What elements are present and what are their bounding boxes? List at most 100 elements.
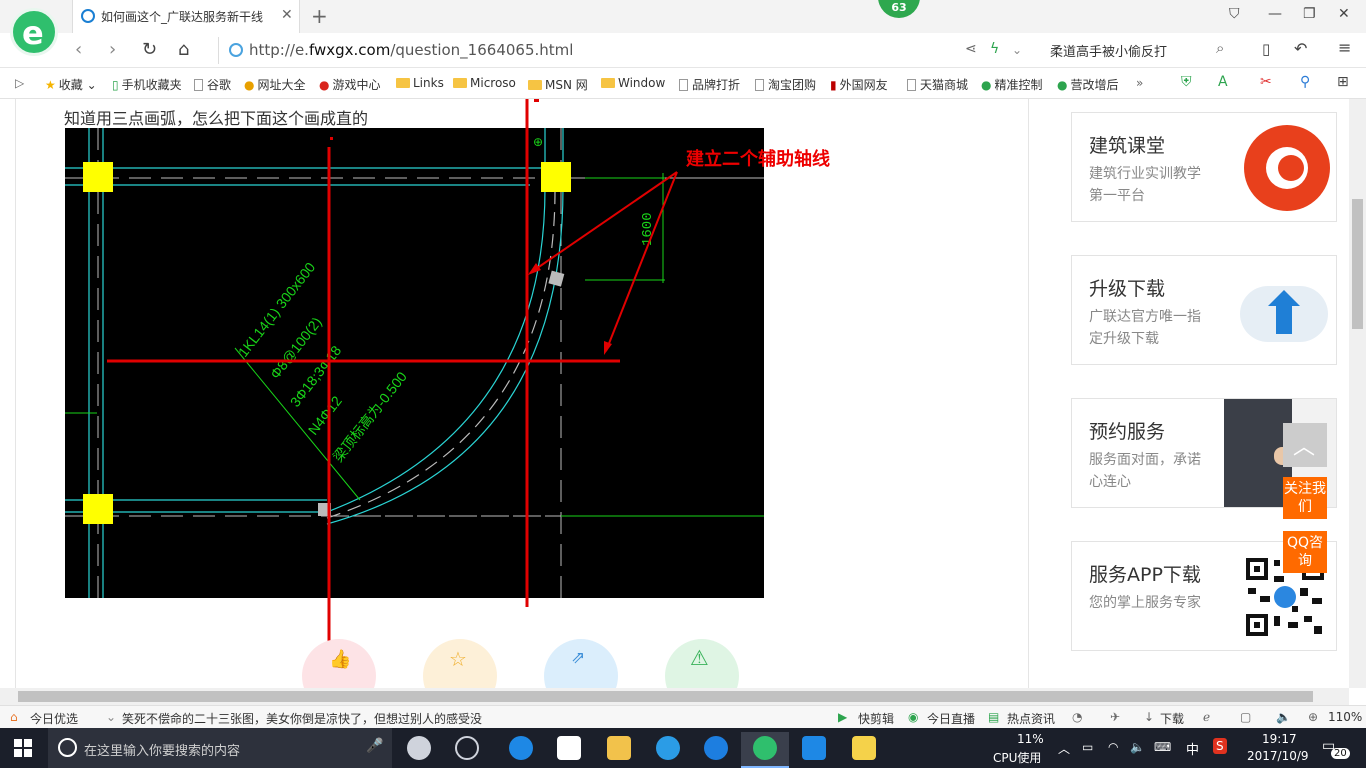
magnifier-icon[interactable]: ⚲	[1300, 74, 1310, 90]
chevron-down-icon[interactable]: ⌄	[1012, 43, 1022, 57]
swirl-icon	[455, 736, 479, 760]
chevron-down-icon[interactable]: ⌄	[106, 710, 116, 724]
home-icon[interactable]: ⌂	[178, 39, 189, 60]
taskbar-search[interactable]: 在这里输入你要搜索的内容 🎤	[48, 728, 392, 768]
taskbar-app-glodon[interactable]	[692, 732, 740, 768]
pin-icon[interactable]: ✈	[1110, 710, 1120, 724]
back-icon[interactable]: ‹	[75, 39, 82, 60]
qq-consult-button[interactable]: QQ咨询	[1283, 531, 1327, 573]
tab-current[interactable]: 如何画这个_广联达服务新干线 ✕	[72, 0, 300, 33]
forward-icon[interactable]: ›	[109, 39, 116, 60]
scroll-thumb[interactable]	[1352, 199, 1363, 329]
back-to-top-button[interactable]: ︿	[1283, 423, 1327, 467]
restore-button[interactable]: ❐	[1303, 6, 1316, 22]
card-title: 预约服务	[1089, 421, 1166, 443]
card-architecture-class[interactable]: 建筑课堂 建筑行业实训教学第一平台	[1071, 112, 1337, 222]
sidebar-toggle-icon[interactable]: ▷	[15, 76, 24, 90]
status-bar: ⌂ 今日优选 ⌄ 笑死不偿命的二十三张图，美女你倒是凉快了，但想过别人的感受没 …	[0, 705, 1366, 728]
horizontal-scrollbar[interactable]	[0, 688, 1349, 705]
wifi-icon[interactable]: ◠	[1108, 740, 1118, 754]
bookmark-precise[interactable]: ● 精准控制	[981, 76, 1043, 93]
share-icon[interactable]: ⋖	[965, 41, 977, 57]
main-divider	[1028, 99, 1029, 688]
bookmark-links[interactable]: Links	[396, 76, 444, 90]
speed-icon[interactable]: ◔	[1072, 710, 1082, 724]
close-tab-icon[interactable]: ✕	[281, 7, 293, 23]
refresh-icon[interactable]: ↻	[142, 39, 157, 60]
card-upgrade-download[interactable]: 升级下载 广联达官方唯一指定升级下载	[1071, 255, 1337, 365]
bookmark-google[interactable]: 谷歌	[194, 76, 231, 93]
taskbar-app-edge[interactable]	[497, 732, 545, 768]
taskbar-app-ie[interactable]	[644, 732, 692, 768]
follow-us-button[interactable]: 关注我们	[1283, 477, 1327, 519]
bookmark-games[interactable]: ● 游戏中心	[319, 76, 381, 93]
taskbar-app-notes[interactable]	[840, 732, 888, 768]
page-content: 知道用三点画弧，怎么把下面这个画成直的 1600 1KL14(1) 300x60…	[0, 99, 1366, 688]
hot-news-link[interactable]: 热点资讯	[1007, 710, 1055, 727]
download-link[interactable]: 下载	[1160, 710, 1184, 727]
ie-mode-icon[interactable]: ℯ	[1203, 710, 1210, 724]
browser-e-icon	[753, 736, 777, 760]
share-square-icon: ⇗	[571, 648, 586, 668]
taskbar-app-store[interactable]	[545, 732, 593, 768]
bookmark-tmall[interactable]: 天猫商城	[907, 76, 968, 93]
bookmark-mobile[interactable]: ▯ 手机收藏夹	[112, 76, 182, 93]
notification-badge[interactable]: 63	[878, 0, 920, 18]
volume-icon[interactable]: 🔈	[1276, 710, 1291, 724]
search-box[interactable]: 柔道高手被小偷反打	[1050, 41, 1167, 60]
vertical-scrollbar[interactable]	[1349, 99, 1366, 688]
translate-icon[interactable]: A	[1218, 74, 1228, 90]
bookmark-foreign[interactable]: ▮ 外国网友	[830, 76, 888, 93]
taskbar-app-browser-active[interactable]	[741, 732, 789, 768]
bookmark-taobao[interactable]: 淘宝团购	[755, 76, 816, 93]
minimize-button[interactable]: —	[1268, 6, 1282, 22]
scroll-thumb[interactable]	[18, 691, 1313, 702]
zoom-level[interactable]: 110%	[1328, 710, 1362, 724]
today-picks[interactable]: 今日优选	[30, 710, 78, 727]
news-ticker[interactable]: 笑死不偿命的二十三张图，美女你倒是凉快了，但想过别人的感受没	[122, 710, 482, 727]
live-link[interactable]: 今日直播	[927, 710, 975, 727]
microphone-icon[interactable]: 🎤	[366, 738, 383, 754]
gift-icon: ⌂	[10, 710, 18, 724]
lightning-icon[interactable]: ϟ	[990, 41, 999, 57]
kuaijianji-link[interactable]: 快剪辑	[858, 710, 894, 727]
new-tab-button[interactable]: +	[311, 4, 328, 28]
card-title: 服务APP下载	[1089, 564, 1201, 586]
menu-icon[interactable]: ≡	[1338, 38, 1351, 57]
taskbar-app-pinwheel[interactable]	[395, 732, 443, 768]
taskbar: 在这里输入你要搜索的内容 🎤 11% CPU使用 ︿ ▭ ◠ 🔈 ⌨ 中 S 1…	[0, 728, 1366, 768]
shirt-skin-icon[interactable]: ⛉	[1229, 6, 1240, 22]
bookmark-sites[interactable]: ● 网址大全	[244, 76, 306, 93]
card-title: 升级下载	[1089, 278, 1166, 300]
search-icon[interactable]: ⌕	[1216, 39, 1224, 57]
bookmark-favorites[interactable]: ★ 收藏 ⌄	[45, 76, 97, 93]
bookmark-vat[interactable]: ● 营改增后	[1057, 76, 1119, 93]
bookmark-msn[interactable]: MSN 网	[528, 76, 588, 93]
bookmark-windows[interactable]: Window	[601, 76, 665, 90]
battery-icon[interactable]: ▭	[1082, 740, 1093, 754]
ime-indicator[interactable]: 中	[1186, 739, 1199, 758]
scissors-icon[interactable]: ✂	[1260, 74, 1272, 90]
close-window-button[interactable]: ✕	[1338, 6, 1350, 22]
taskbar-app-swirl[interactable]	[443, 732, 491, 768]
bookmark-brand[interactable]: 品牌打折	[679, 76, 740, 93]
more-bookmarks-icon[interactable]: »	[1136, 76, 1143, 90]
window-icon[interactable]: ▢	[1240, 710, 1251, 724]
clock-time[interactable]: 19:17	[1262, 732, 1297, 746]
url-input[interactable]: http://e.fwxgx.com/question_1664065.html	[218, 37, 1038, 64]
sogou-icon[interactable]: S	[1213, 738, 1227, 754]
apps-grid-icon[interactable]: ⊞	[1337, 74, 1349, 90]
undo-icon[interactable]: ↶	[1294, 39, 1307, 58]
windows-start-icon[interactable]	[14, 739, 32, 757]
speaker-icon[interactable]: 🔈	[1130, 740, 1145, 754]
bookmark-microsoft[interactable]: Microso	[453, 76, 516, 90]
phone-icon[interactable]: ▯	[1262, 40, 1270, 58]
clock-date[interactable]: 2017/10/9	[1247, 749, 1309, 763]
keyboard-icon[interactable]: ⌨	[1154, 740, 1171, 754]
taskbar-app-blue[interactable]	[790, 732, 838, 768]
notification-count: 20	[1331, 748, 1350, 759]
tray-expand-icon[interactable]: ︿	[1058, 740, 1070, 757]
taskbar-app-explorer[interactable]	[595, 732, 643, 768]
red-arrow-1	[529, 171, 678, 274]
shield-icon[interactable]: ⛨	[1181, 74, 1192, 90]
